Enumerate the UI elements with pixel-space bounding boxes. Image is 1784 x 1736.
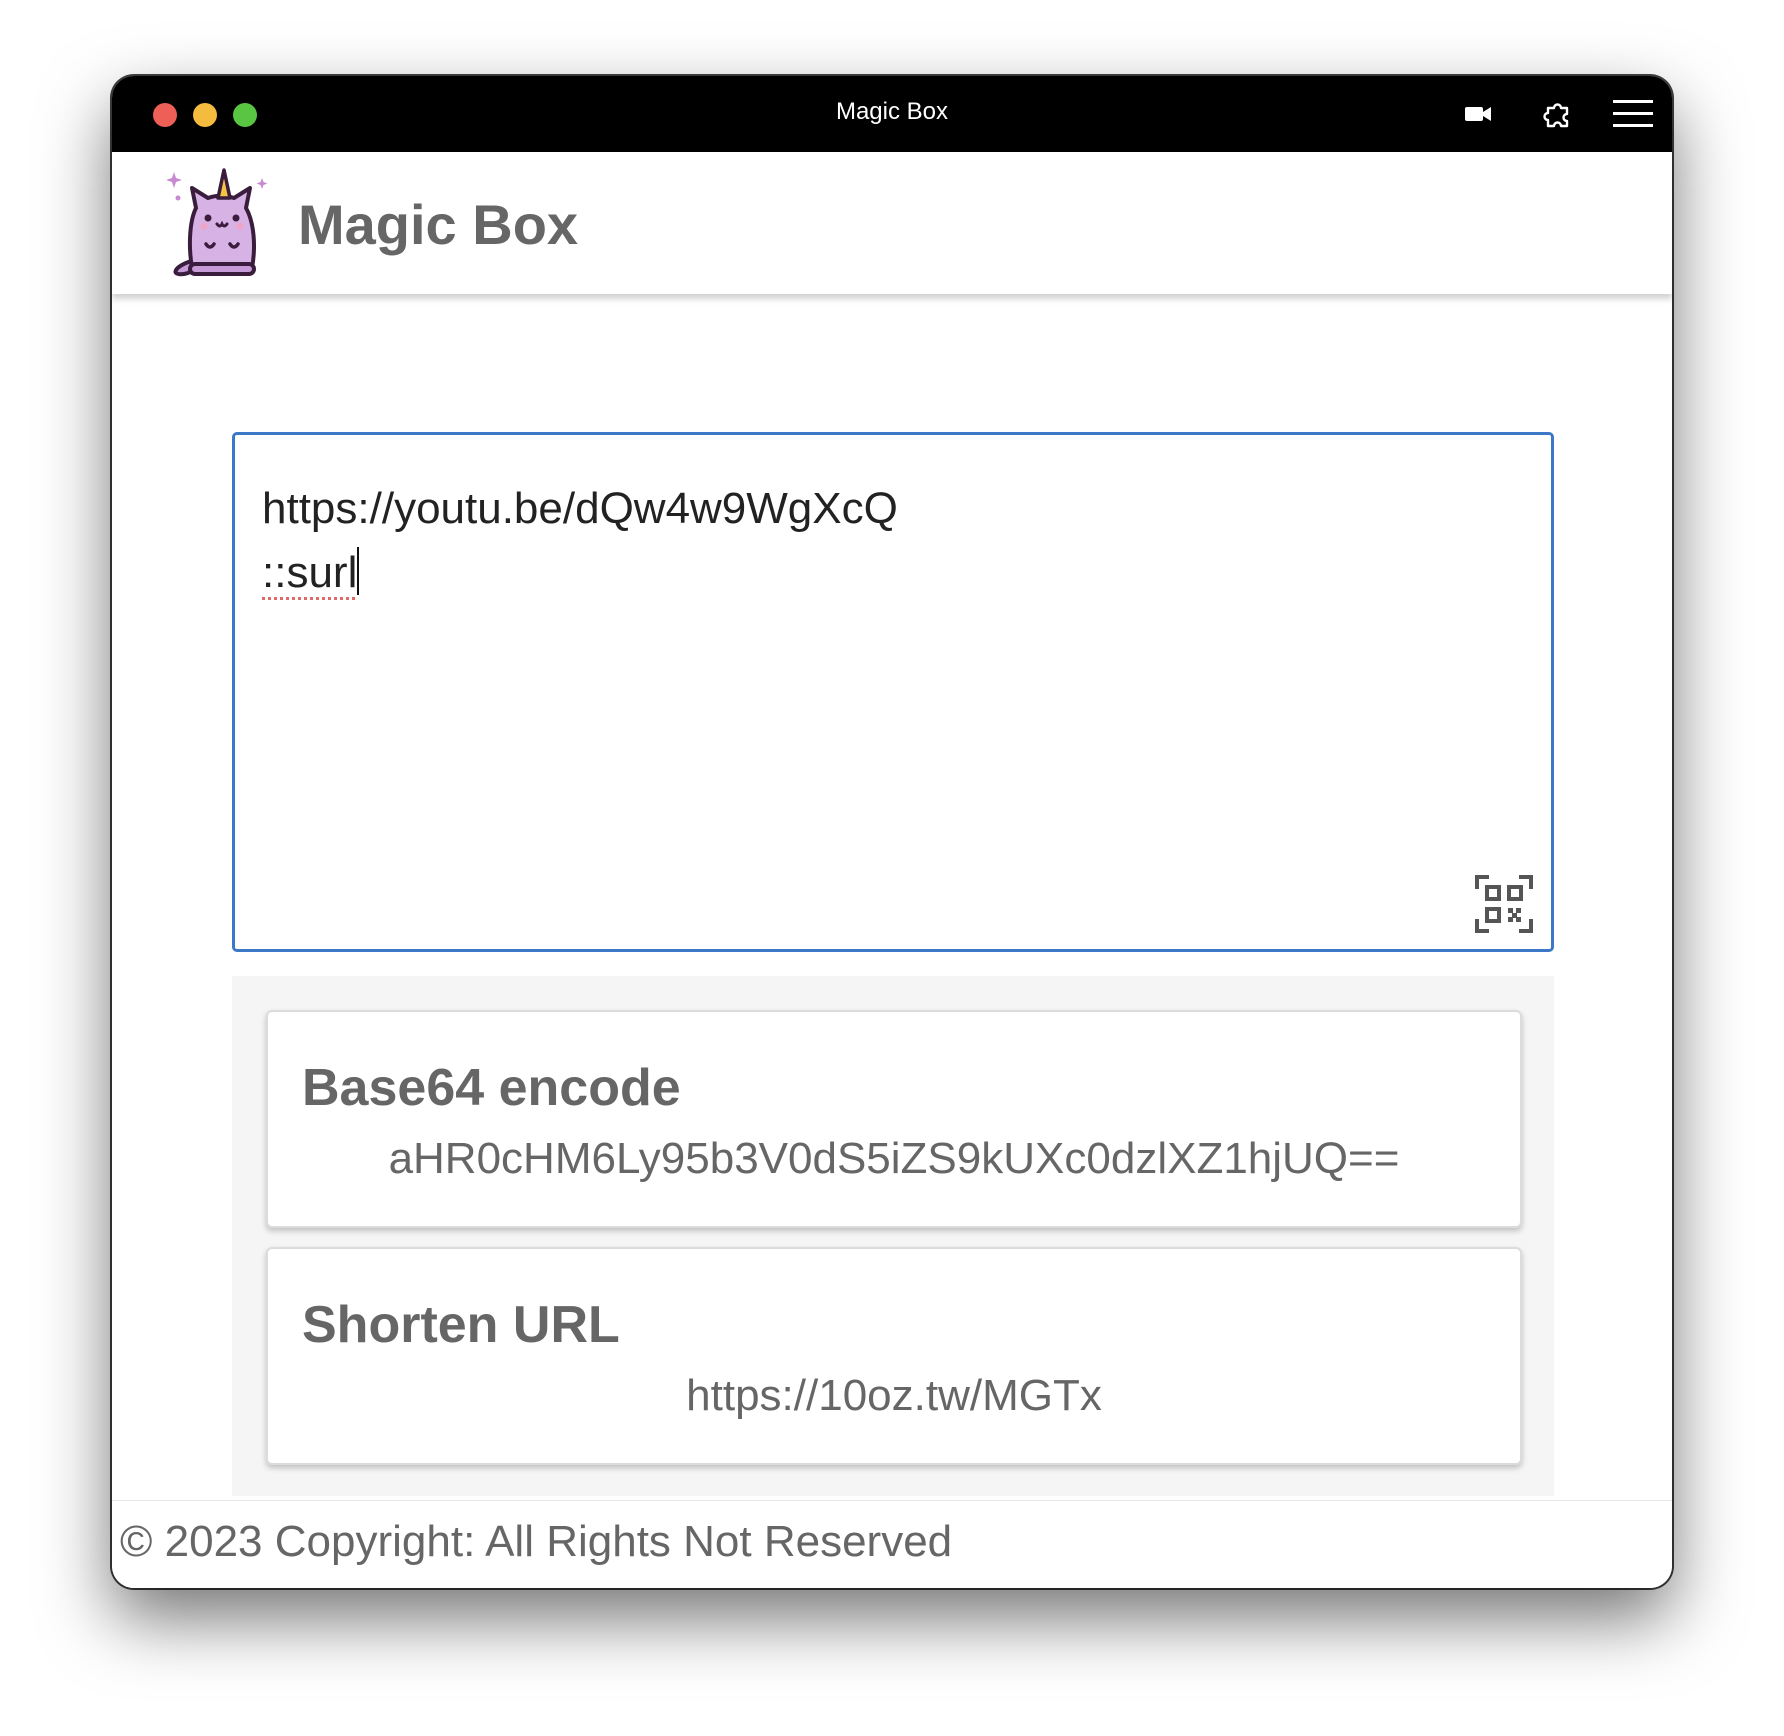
app-title: Magic Box — [298, 193, 579, 256]
footer: © 2023 Copyright: All Rights Not Reserve… — [112, 1500, 1672, 1588]
app-header: Magic Box — [112, 152, 1672, 294]
hamburger-menu-icon[interactable] — [1612, 96, 1654, 132]
result-card-shorten-url[interactable]: Shorten URL https://10oz.tw/MGTx — [266, 1247, 1522, 1465]
input-line-url: https://youtu.be/dQw4w9WgXcQ — [262, 484, 898, 533]
unicorn-cat-logo-icon — [162, 164, 274, 280]
window-title: Magic Box — [835, 98, 949, 125]
video-camera-icon[interactable] — [1460, 96, 1496, 132]
text-caret — [357, 547, 360, 595]
input-line-command: ::surl — [262, 548, 358, 597]
app-window: Magic Box Magic Box https://youtu.be/dQw… — [112, 76, 1672, 1588]
result-card-title: Base64 encode — [302, 1059, 681, 1117]
title-bar: Magic Box — [112, 76, 1672, 152]
input-text[interactable]: https://youtu.be/dQw4w9WgXcQ::surl — [262, 477, 898, 605]
copyright-text: © 2023 Copyright: All Rights Not Reserve… — [120, 1517, 953, 1566]
result-card-base64[interactable]: Base64 encode aHR0cHM6Ly95b3V0dS5iZS9kUX… — [266, 1010, 1522, 1228]
results-panel: Base64 encode aHR0cHM6Ly95b3V0dS5iZS9kUX… — [232, 976, 1554, 1496]
command-input[interactable]: https://youtu.be/dQw4w9WgXcQ::surl — [232, 432, 1554, 952]
extension-puzzle-icon[interactable] — [1538, 96, 1578, 132]
qr-code-icon[interactable] — [1475, 875, 1533, 933]
result-card-value[interactable]: aHR0cHM6Ly95b3V0dS5iZS9kUXc0dzlXZ1hjUQ== — [268, 1134, 1520, 1184]
result-card-value[interactable]: https://10oz.tw/MGTx — [268, 1371, 1520, 1421]
result-card-title: Shorten URL — [302, 1296, 620, 1354]
